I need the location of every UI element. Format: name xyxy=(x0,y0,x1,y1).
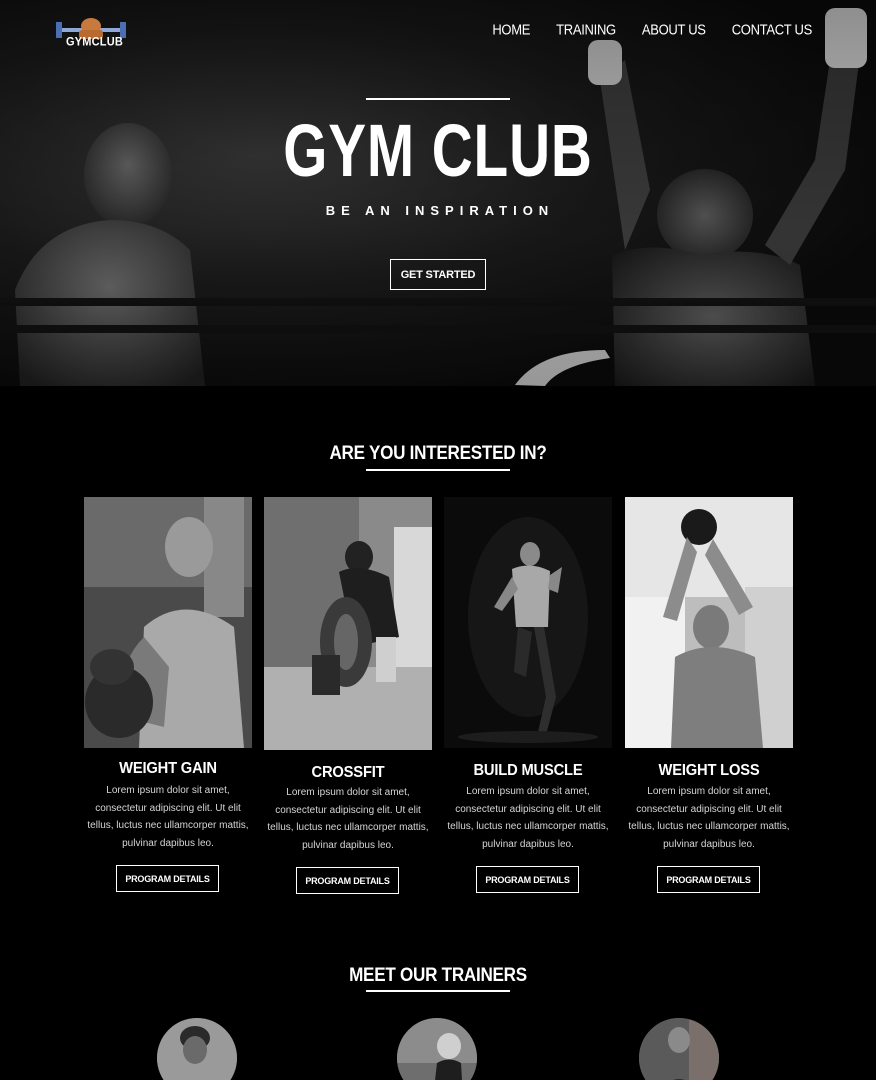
build-muscle-image xyxy=(444,497,612,748)
logo-text[interactable]: GYMCLUB xyxy=(66,35,123,48)
program-details-button[interactable]: PROGRAM DETAILS xyxy=(116,865,219,892)
trainer-avatar[interactable] xyxy=(639,1018,719,1080)
nav-training[interactable]: TRAINING xyxy=(556,21,616,38)
hero-title: GYM CLUB xyxy=(283,108,593,192)
weight-loss-image xyxy=(625,497,793,748)
program-details-button[interactable]: PROGRAM DETAILS xyxy=(476,866,579,893)
trainer-photo-1 xyxy=(157,1018,237,1080)
nav-contact-us[interactable]: CONTACT US xyxy=(732,21,813,38)
card-description: Lorem ipsum dolor sit amet, consectetur … xyxy=(628,786,790,850)
trainers-heading: MEET OUR TRAINERS xyxy=(349,965,527,986)
trainer-avatar[interactable] xyxy=(397,1018,477,1080)
trainer-avatar[interactable] xyxy=(157,1018,237,1080)
nav-about-us[interactable]: ABOUT US xyxy=(642,21,706,38)
card-description: Lorem ipsum dolor sit amet, consectetur … xyxy=(267,787,429,851)
card-title: CROSSFIT xyxy=(311,764,385,781)
nav-home[interactable]: HOME xyxy=(492,21,530,38)
program-details-button[interactable]: PROGRAM DETAILS xyxy=(657,866,760,893)
trainers-underline xyxy=(366,990,510,992)
card-title: WEIGHT LOSS xyxy=(658,762,760,779)
card-description: Lorem ipsum dolor sit amet, consectetur … xyxy=(87,785,249,849)
main-nav: HOME TRAINING ABOUT US CONTACT US xyxy=(492,21,813,38)
interests-heading: ARE YOU INTERESTED IN? xyxy=(329,443,547,464)
hero-banner xyxy=(0,0,876,386)
interests-underline xyxy=(366,469,510,471)
trainer-photo-2 xyxy=(397,1018,477,1080)
trainer-photo-3 xyxy=(639,1018,719,1080)
card-title: BUILD MUSCLE xyxy=(473,762,583,779)
crossfit-image xyxy=(264,497,432,750)
get-started-button[interactable]: GET STARTED xyxy=(390,259,486,290)
hero-subtitle: BE AN INSPIRATION xyxy=(325,203,555,218)
card-description: Lorem ipsum dolor sit amet, consectetur … xyxy=(447,786,609,850)
card-title: WEIGHT GAIN xyxy=(119,760,217,777)
weight-gain-image xyxy=(84,497,252,748)
program-details-button[interactable]: PROGRAM DETAILS xyxy=(296,867,399,894)
hero-divider xyxy=(366,98,510,100)
